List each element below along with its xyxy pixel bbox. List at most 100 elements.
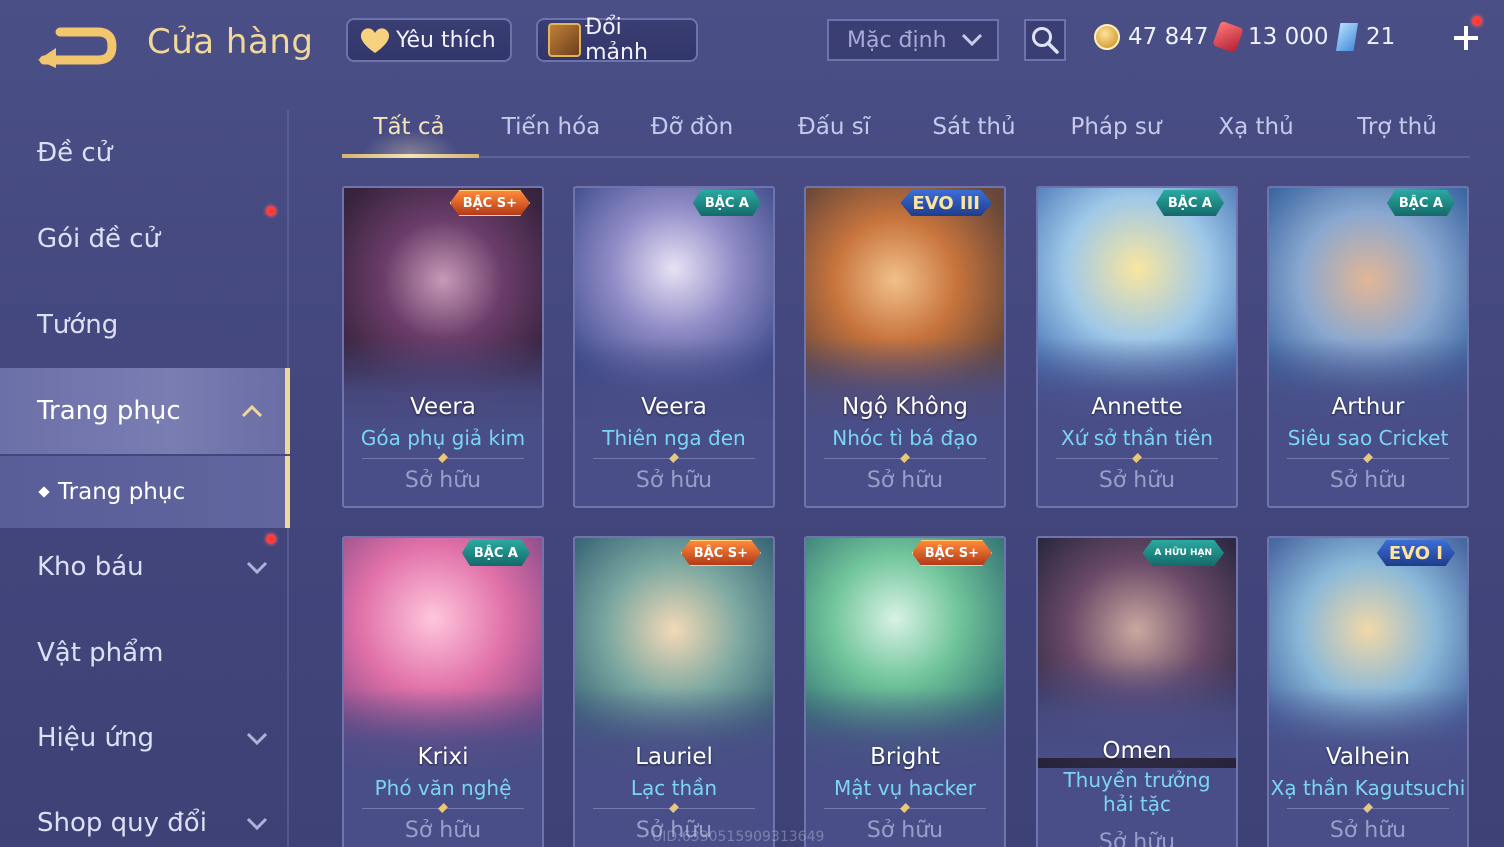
skin-card[interactable]: BẬC S+ Lauriel Lạc thần Sở hữu [573, 536, 775, 847]
sidebar-item-label: Kho báu [37, 552, 144, 582]
sidebar-item-label: Đề cử [37, 138, 113, 168]
card-shade [344, 338, 542, 438]
card-shade [1038, 338, 1236, 438]
skin-name: Mật vụ hacker [834, 776, 976, 800]
gold-coin-icon [1094, 24, 1120, 50]
hero-name: Ngộ Không [841, 394, 969, 420]
owned-status: Sở hữu [1329, 468, 1407, 493]
owned-status: Sở hữu [635, 468, 713, 493]
tier-badge: BẬC A [461, 540, 530, 566]
skin-card[interactable]: BẬC A Arthur Siêu sao Cricket Sở hữu [1267, 186, 1469, 508]
divider-ornament [1363, 803, 1373, 813]
notification-dot [266, 206, 276, 216]
divider-ornament [900, 453, 910, 463]
gem-icon [1336, 23, 1358, 51]
tab-support[interactable]: Trợ thủ [1332, 114, 1462, 140]
chevron-up-icon [241, 404, 263, 418]
exchange-label: Đổi mảnh [585, 15, 648, 65]
sort-value: Mặc định [847, 27, 947, 53]
owned-status: Sở hữu [1329, 818, 1407, 843]
owned-status: Sở hữu [1098, 830, 1176, 847]
skin-card[interactable]: BẬC A Veera Thiên nga đen Sở hữu [573, 186, 775, 508]
owned-status: Sở hữu [1098, 468, 1176, 493]
sidebar-item-label: Hiệu ứng [37, 723, 154, 753]
divider-ornament [438, 803, 448, 813]
tab-all[interactable]: Tất cả [344, 114, 474, 140]
sidebar-subitem-skins[interactable]: Trang phục [0, 456, 290, 528]
sidebar-item-featured-packs[interactable]: Gói đề cử [0, 196, 290, 282]
sort-dropdown[interactable]: Mặc định [827, 19, 999, 61]
favorite-label: Yêu thích [396, 27, 496, 53]
plus-icon[interactable] [1450, 22, 1482, 54]
tab-marksman[interactable]: Xạ thủ [1191, 114, 1321, 140]
bullet-icon [38, 486, 50, 498]
hero-name: Veera [410, 394, 476, 420]
divider-ornament [1132, 453, 1142, 463]
sidebar-item-label: Trang phục [37, 396, 181, 426]
exchange-shards-button[interactable]: Đổi mảnh [536, 15, 698, 65]
search-button[interactable] [1024, 19, 1066, 61]
skin-name: Siêu sao Cricket [1287, 426, 1449, 450]
sidebar-item-items[interactable]: Vật phẩm [0, 610, 290, 696]
tier-badge: BẬC A [1386, 190, 1455, 216]
sidebar-item-heroes[interactable]: Tướng [0, 282, 290, 368]
chevron-down-icon [961, 33, 983, 47]
skin-card[interactable]: A HỮU HẠN Omen Thuyền trưởng hải tặc Sở … [1036, 536, 1238, 847]
favorite-button[interactable]: Yêu thích [346, 18, 512, 62]
gold-balance: 47 847 [1094, 20, 1208, 54]
tier-badge: BẬC A [692, 190, 761, 216]
card-shade [806, 688, 1004, 788]
sidebar-item-exchange-shop[interactable]: Shop quy đổi [0, 780, 290, 847]
hero-name: Valhein [1325, 744, 1411, 770]
gold-value: 47 847 [1128, 24, 1209, 50]
tab-assassin[interactable]: Sát thủ [909, 114, 1039, 140]
owned-status: Sở hữu [866, 468, 944, 493]
sidebar-item-skins[interactable]: Trang phục [0, 368, 290, 454]
skin-name: Nhóc tì bá đạo [832, 426, 978, 450]
divider-ornament [1363, 453, 1373, 463]
sidebar-item-effects[interactable]: Hiệu ứng [0, 695, 290, 781]
tab-tank[interactable]: Đỡ đòn [627, 114, 757, 140]
chevron-down-icon [246, 817, 268, 831]
tier-badge: BẬC S+ [680, 540, 761, 566]
heart-icon [360, 28, 390, 53]
owned-status: Sở hữu [866, 818, 944, 843]
sidebar: Đề cử Gói đề cử Tướng Trang phục Trang p… [0, 110, 290, 847]
hero-name: Krixi [417, 744, 469, 770]
ruby-balance: 13 000 [1212, 20, 1328, 54]
sidebar-item-treasure[interactable]: Kho báu [0, 524, 290, 610]
skin-card[interactable]: EVO I Valhein Xạ thần Kagutsuchi Sở hữu [1267, 536, 1469, 847]
tier-badge: EVO I [1376, 540, 1455, 566]
tab-fighter[interactable]: Đấu sĩ [769, 114, 899, 140]
card-shade [806, 338, 1004, 438]
sidebar-item-label: Vật phẩm [37, 638, 164, 668]
skin-card[interactable]: BẬC S+ Veera Góa phụ giả kim Sở hữu [342, 186, 544, 508]
tier-badge: BẬC S+ [449, 190, 530, 216]
skin-card[interactable]: BẬC A Krixi Phó văn nghệ Sở hữu [342, 536, 544, 847]
skin-card[interactable]: BẬC A Annette Xứ sở thần tiên Sở hữu [1036, 186, 1238, 508]
tier-badge: BẬC S+ [911, 540, 992, 566]
hero-name: Arthur [1331, 394, 1405, 420]
hero-name: Omen [1102, 738, 1172, 764]
skin-name: Thiên nga đen [602, 426, 746, 450]
skin-name: Phó văn nghệ [374, 776, 512, 800]
skin-card[interactable]: BẬC S+ Bright Mật vụ hacker Sở hữu [804, 536, 1006, 847]
sidebar-subitem-label: Trang phục [58, 479, 186, 505]
sidebar-item-featured[interactable]: Đề cử [0, 110, 290, 196]
user-id-watermark: UID:6330515909313649 [652, 829, 825, 845]
tab-evolution[interactable]: Tiến hóa [486, 114, 616, 140]
card-shade [575, 688, 773, 788]
category-tabs: Tất cả Tiến hóa Đỡ đòn Đấu sĩ Sát thủ Ph… [342, 100, 1470, 158]
chest-icon [548, 23, 582, 57]
card-shade [575, 338, 773, 438]
sidebar-item-label: Tướng [37, 310, 119, 340]
top-bar: Cửa hàng Yêu thích Đổi mảnh Mặc định 47 … [0, 0, 1504, 90]
chevron-down-icon [246, 561, 268, 575]
sidebar-item-label: Gói đề cử [37, 224, 161, 254]
back-arrow-icon[interactable] [36, 24, 118, 68]
tab-mage[interactable]: Pháp sư [1051, 114, 1181, 140]
card-shade [1269, 338, 1467, 438]
gem-balance: 21 [1336, 20, 1395, 54]
divider-ornament [438, 453, 448, 463]
skin-card[interactable]: EVO III Ngộ Không Nhóc tì bá đạo Sở hữu [804, 186, 1006, 508]
